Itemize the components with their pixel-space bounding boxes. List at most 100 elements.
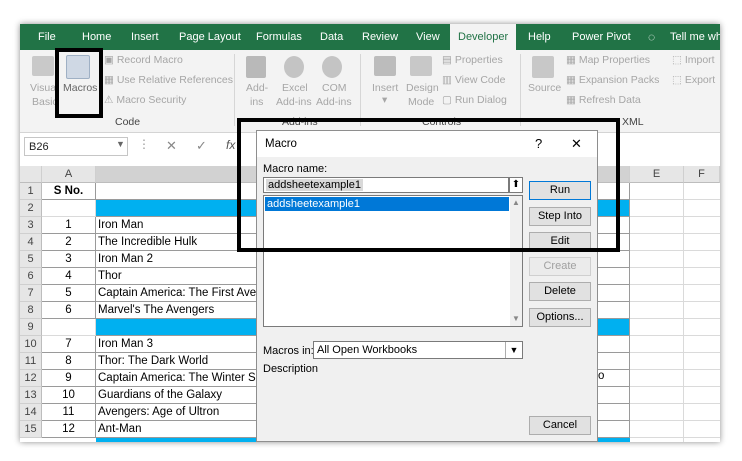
properties-icon: ▤ bbox=[442, 54, 455, 66]
ribbon-separator bbox=[520, 54, 521, 126]
options-button[interactable]: Options... bbox=[529, 308, 591, 327]
design-mode-button[interactable]: Design bbox=[406, 82, 439, 94]
sno-cell[interactable]: 8 bbox=[42, 353, 96, 370]
cell[interactable] bbox=[42, 200, 96, 217]
insert-function-icon[interactable]: fx bbox=[226, 138, 235, 152]
excel-addins-button[interactable]: Excel bbox=[282, 82, 308, 94]
cancel-entry-icon[interactable]: ✕ bbox=[166, 138, 177, 154]
properties-label: Properties bbox=[454, 54, 503, 66]
export-button[interactable]: ⬚ Export bbox=[672, 74, 715, 86]
cell[interactable] bbox=[42, 319, 96, 336]
row-header[interactable]: 9 bbox=[20, 319, 42, 336]
ribbon-separator bbox=[360, 54, 361, 126]
xml-group-label: XML bbox=[622, 116, 644, 128]
column-header-f[interactable]: F bbox=[684, 166, 720, 183]
ribbon-separator bbox=[234, 54, 235, 126]
empty-cells[interactable] bbox=[630, 183, 720, 442]
sno-cell[interactable]: 7 bbox=[42, 336, 96, 353]
tab-formulas[interactable]: Formulas bbox=[256, 24, 302, 50]
pack-icon: ▦ bbox=[566, 74, 579, 86]
refresh-data-label: Refresh Data bbox=[578, 94, 641, 106]
sno-cell[interactable]: 3 bbox=[42, 251, 96, 268]
sno-cell[interactable]: 10 bbox=[42, 387, 96, 404]
addins-button-line2[interactable]: ins bbox=[250, 96, 263, 108]
macros-in-value: All Open Workbooks bbox=[317, 344, 418, 356]
sno-cell[interactable]: 4 bbox=[42, 268, 96, 285]
tab-data[interactable]: Data bbox=[320, 24, 343, 50]
run-dialog-button[interactable]: ▢ Run Dialog bbox=[442, 94, 507, 106]
map-properties-label: Map Properties bbox=[578, 54, 651, 66]
visual-basic-button-line2[interactable]: Basic bbox=[32, 96, 58, 108]
map-properties-button[interactable]: ▦ Map Properties bbox=[566, 54, 650, 66]
cancel-button[interactable]: Cancel bbox=[529, 416, 591, 435]
addins-button[interactable]: Add- bbox=[246, 82, 268, 94]
chevron-down-icon[interactable]: ▼ bbox=[505, 342, 522, 358]
use-relative-references-button[interactable]: ▦ Use Relative References bbox=[104, 74, 233, 86]
tab-home[interactable]: Home bbox=[82, 24, 111, 50]
tab-help[interactable]: Help bbox=[528, 24, 551, 50]
addins-icon bbox=[246, 56, 266, 78]
row-header[interactable]: 12 bbox=[20, 370, 42, 387]
tab-developer[interactable]: Developer bbox=[450, 24, 517, 50]
insert-control-button[interactable]: Insert bbox=[372, 82, 398, 94]
com-addins-button[interactable]: COM bbox=[322, 82, 347, 94]
row-header[interactable]: 4 bbox=[20, 234, 42, 251]
macros-in-select[interactable]: All Open Workbooks ▼ bbox=[313, 341, 523, 359]
view-code-label: View Code bbox=[454, 74, 506, 86]
macro-security-button[interactable]: ⚠ Macro Security bbox=[104, 94, 186, 106]
row-header[interactable]: 14 bbox=[20, 404, 42, 421]
row-header[interactable]: 3 bbox=[20, 217, 42, 234]
tell-me-search[interactable]: Tell me wha bbox=[670, 24, 720, 50]
row-header[interactable]: 10 bbox=[20, 336, 42, 353]
column-divider bbox=[683, 183, 684, 442]
name-box-dropdown-icon[interactable]: ▼ bbox=[116, 139, 125, 149]
record-macro-button[interactable]: ▣ Record Macro bbox=[104, 54, 183, 66]
import-label: Import bbox=[684, 54, 715, 66]
com-gear-icon bbox=[322, 56, 342, 78]
sno-cell[interactable]: 9 bbox=[42, 370, 96, 387]
row-header[interactable]: 5 bbox=[20, 251, 42, 268]
name-box[interactable]: B26 bbox=[24, 137, 128, 156]
properties-button[interactable]: ▤ Properties bbox=[442, 54, 503, 66]
column-header-a[interactable]: A bbox=[42, 166, 96, 183]
refresh-data-button[interactable]: ▦ Refresh Data bbox=[566, 94, 641, 106]
row-header[interactable]: 11 bbox=[20, 353, 42, 370]
row-header[interactable]: 13 bbox=[20, 387, 42, 404]
sno-cell[interactable]: 12 bbox=[42, 421, 96, 438]
row-header[interactable]: 6 bbox=[20, 268, 42, 285]
row-header[interactable]: 7 bbox=[20, 285, 42, 302]
gear-icon bbox=[284, 56, 304, 78]
delete-button[interactable]: Delete bbox=[529, 282, 591, 301]
row-header[interactable]: 8 bbox=[20, 302, 42, 319]
sno-cell[interactable]: 11 bbox=[42, 404, 96, 421]
chevron-down-icon: ▾ bbox=[382, 94, 388, 106]
tab-view[interactable]: View bbox=[416, 24, 440, 50]
scroll-down-icon[interactable]: ▼ bbox=[512, 314, 520, 323]
source-button[interactable]: Source bbox=[528, 82, 561, 94]
tab-page-layout[interactable]: Page Layout bbox=[179, 24, 241, 50]
lightbulb-icon[interactable]: ◌ bbox=[648, 24, 655, 50]
tab-file[interactable]: File bbox=[38, 24, 56, 50]
sno-cell[interactable]: 1 bbox=[42, 217, 96, 234]
confirm-entry-icon[interactable]: ✓ bbox=[196, 138, 207, 154]
tab-review[interactable]: Review bbox=[362, 24, 398, 50]
select-all-corner[interactable] bbox=[20, 166, 42, 183]
com-addins-button-line2[interactable]: Add-ins bbox=[316, 96, 352, 108]
row-header[interactable]: 15 bbox=[20, 421, 42, 438]
tab-insert[interactable]: Insert bbox=[131, 24, 159, 50]
header-cell-sno[interactable]: S No. bbox=[42, 183, 96, 200]
sno-cell[interactable]: 2 bbox=[42, 234, 96, 251]
record-macro-label: Record Macro bbox=[116, 54, 183, 66]
tab-power-pivot[interactable]: Power Pivot bbox=[572, 24, 631, 50]
import-button[interactable]: ⬚ Import bbox=[672, 54, 715, 66]
sno-cell[interactable]: 6 bbox=[42, 302, 96, 319]
expansion-packs-button[interactable]: ▦ Expansion Packs bbox=[566, 74, 659, 86]
view-code-button[interactable]: ▥ View Code bbox=[442, 74, 505, 86]
design-mode-button-line2[interactable]: Mode bbox=[408, 96, 434, 108]
sno-cell[interactable]: 5 bbox=[42, 285, 96, 302]
row-header[interactable]: 1 bbox=[20, 183, 42, 200]
source-icon bbox=[532, 56, 554, 78]
row-header[interactable]: 2 bbox=[20, 200, 42, 217]
column-header-e[interactable]: E bbox=[630, 166, 684, 183]
excel-addins-button-line2[interactable]: Add-ins bbox=[276, 96, 312, 108]
